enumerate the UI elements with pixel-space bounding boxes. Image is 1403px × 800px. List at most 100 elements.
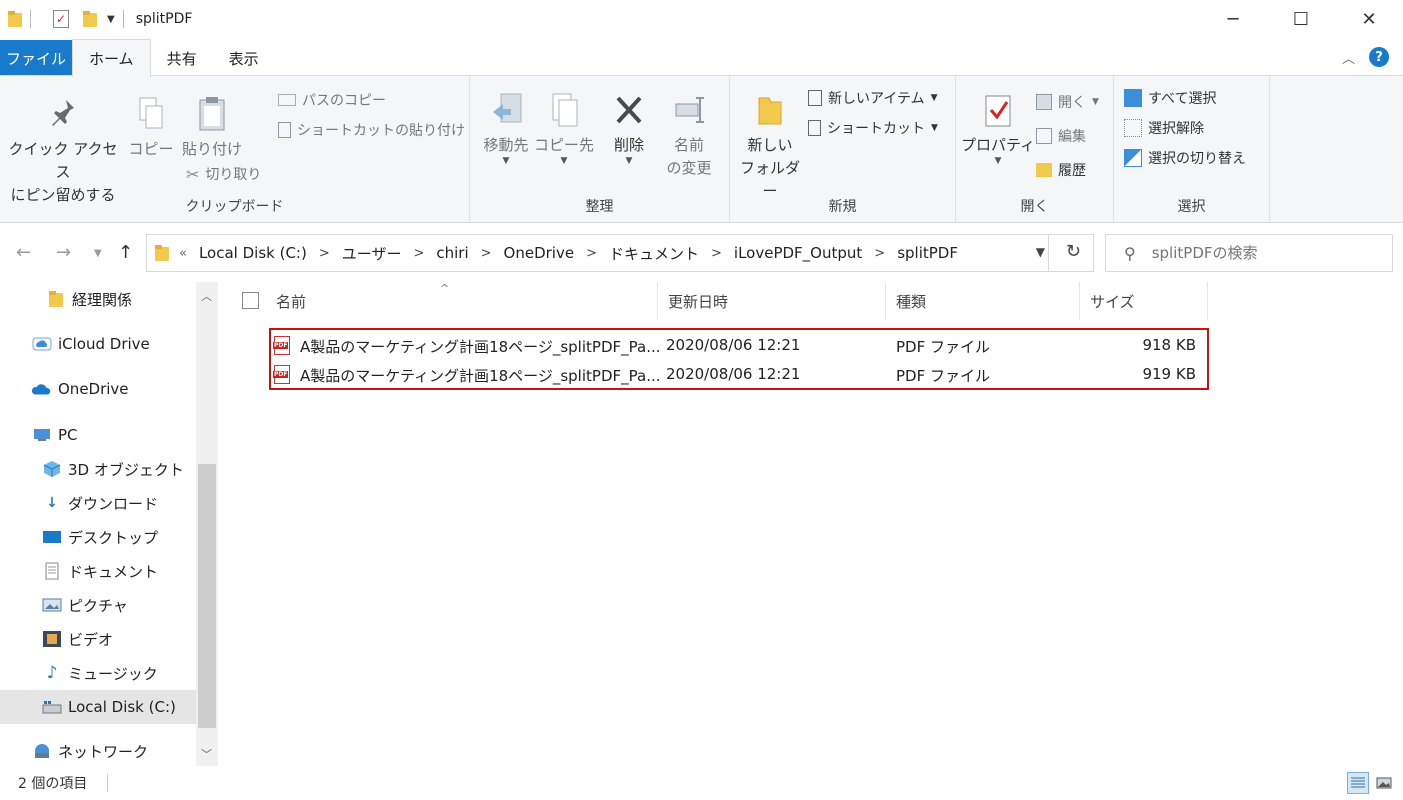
computer-icon: [32, 426, 52, 444]
tab-home[interactable]: ホーム: [72, 39, 151, 77]
scroll-down-chevron-icon[interactable]: ﹀: [201, 746, 212, 762]
nav-item-pictures[interactable]: ピクチャ: [0, 588, 196, 622]
properties-check-icon[interactable]: ✓: [53, 10, 69, 28]
nav-item-music[interactable]: ♪ ミュージック: [0, 656, 196, 690]
overflow-chevron-icon[interactable]: «: [179, 246, 187, 261]
search-input[interactable]: [1151, 244, 1372, 262]
refresh-icon[interactable]: ↻: [1066, 241, 1081, 262]
close-icon[interactable]: ✕: [1335, 0, 1403, 38]
copy-icon: [134, 94, 168, 134]
rename-button[interactable]: 名前 の変更: [662, 90, 716, 180]
cut-button[interactable]: ✂ 切り取り: [186, 164, 261, 184]
nav-item-local-disk[interactable]: Local Disk (C:): [0, 690, 196, 724]
nav-item-3d-objects[interactable]: 3D オブジェクト: [0, 452, 196, 486]
chevron-right-icon[interactable]: >: [586, 246, 597, 261]
chevron-right-icon[interactable]: >: [711, 246, 722, 261]
select-all-label: すべて選択: [1148, 91, 1217, 107]
move-to-button[interactable]: 移動先 ▼: [476, 90, 536, 166]
breadcrumb-item[interactable]: OneDrive: [504, 244, 575, 262]
back-arrow-icon[interactable]: ←: [16, 242, 31, 263]
collapse-ribbon-icon[interactable]: ︿: [1342, 48, 1355, 67]
column-header-date[interactable]: 更新日時: [658, 282, 886, 320]
chevron-right-icon[interactable]: >: [319, 246, 330, 261]
pin-quick-access-button[interactable]: クイック アクセス にピン留めする: [4, 94, 122, 207]
shortcut-label: ショートカット: [827, 121, 925, 137]
open-button[interactable]: 開く ▼: [1036, 92, 1099, 112]
recent-locations-chevron-down-icon[interactable]: ▼: [94, 248, 102, 259]
help-icon[interactable]: ?: [1369, 47, 1389, 67]
new-item-button[interactable]: 新しいアイテム ▼: [808, 88, 938, 108]
customize-toolbar-dropdown-icon[interactable]: ▼: [107, 14, 115, 25]
column-header-name[interactable]: 名前: [266, 282, 658, 320]
copy-button[interactable]: コピー: [128, 94, 174, 161]
paste-shortcut-button[interactable]: ショートカットの貼り付け: [278, 120, 465, 140]
chevron-right-icon[interactable]: >: [413, 246, 424, 261]
copy-to-icon: [547, 90, 581, 130]
scrollbar-thumb[interactable]: [198, 464, 216, 728]
forward-arrow-icon[interactable]: →: [56, 242, 71, 263]
nav-item-onedrive[interactable]: OneDrive: [0, 372, 196, 406]
breadcrumb-item[interactable]: ドキュメント: [609, 243, 699, 264]
tab-share[interactable]: 共有: [151, 40, 213, 76]
properties-button[interactable]: プロパティ ▼: [960, 90, 1036, 166]
tab-file[interactable]: ファイル: [0, 40, 72, 76]
item-count: 2 個の項目: [18, 776, 88, 792]
desktop-icon: [42, 528, 62, 546]
delete-x-icon: [612, 90, 646, 130]
nav-item-desktop[interactable]: デスクトップ: [0, 520, 196, 554]
ribbon: クイック アクセス にピン留めする コピー 貼り付け パスのコピー ショートカッ…: [0, 75, 1403, 223]
new-folder-button[interactable]: 新しい フォルダー: [734, 90, 806, 203]
nav-scrollbar[interactable]: ︿ ﹀: [196, 282, 218, 766]
address-dropdown-icon[interactable]: ▼: [1036, 245, 1045, 259]
copy-to-label: コピー先: [534, 136, 595, 154]
navigation-pane: 経理関係 iCloud Drive OneDrive PC 3D オブジェクト …: [0, 282, 218, 766]
column-header-type[interactable]: 種類: [886, 282, 1080, 320]
breadcrumb-item[interactable]: splitPDF: [897, 244, 958, 262]
title-bar: ✓ ▼ splitPDF ─ ☐ ✕: [0, 0, 1403, 38]
select-group: すべて選択 選択解除 選択の切り替え 選択: [1114, 76, 1270, 222]
nav-item-documents[interactable]: ドキュメント: [0, 554, 196, 588]
details-view-icon[interactable]: [1347, 772, 1369, 794]
shortcut-button[interactable]: ショートカット ▼: [808, 118, 938, 138]
maximize-icon[interactable]: ☐: [1267, 0, 1335, 38]
minimize-icon[interactable]: ─: [1199, 0, 1267, 38]
history-icon: [1036, 163, 1052, 177]
nav-item-label: ミュージック: [68, 664, 158, 683]
select-all-button[interactable]: すべて選択: [1124, 88, 1216, 108]
copy-to-button[interactable]: コピー先 ▼: [534, 90, 595, 166]
edit-button[interactable]: 編集: [1036, 126, 1086, 146]
breadcrumb-item[interactable]: chiri: [436, 244, 468, 262]
breadcrumb-item[interactable]: iLovePDF_Output: [734, 244, 862, 262]
search-box[interactable]: ⚲: [1105, 234, 1393, 272]
chevron-right-icon[interactable]: >: [481, 246, 492, 261]
nav-item-icloud[interactable]: iCloud Drive: [0, 327, 196, 361]
nav-item-downloads[interactable]: ↓ ダウンロード: [0, 486, 196, 520]
select-all-checkbox[interactable]: [242, 292, 259, 309]
chevron-right-icon[interactable]: >: [874, 246, 885, 261]
nav-item-pc[interactable]: PC: [0, 418, 196, 452]
nav-item-videos[interactable]: ビデオ: [0, 622, 196, 656]
onedrive-cloud-icon: [32, 380, 52, 398]
select-none-button[interactable]: 選択解除: [1124, 118, 1204, 138]
folder-icon: [8, 11, 22, 27]
copy-path-button[interactable]: パスのコピー: [278, 90, 386, 110]
picture-icon: [42, 596, 62, 614]
tab-view[interactable]: 表示: [213, 40, 275, 76]
rename-label-1: 名前: [673, 136, 704, 154]
new-folder-icon[interactable]: [83, 11, 97, 27]
breadcrumb-item[interactable]: ユーザー: [342, 243, 402, 264]
paste-button[interactable]: 貼り付け: [180, 94, 244, 161]
invert-selection-button[interactable]: 選択の切り替え: [1124, 148, 1246, 168]
delete-button[interactable]: 削除 ▼: [604, 90, 654, 166]
nav-item-keiri[interactable]: 経理関係: [0, 282, 196, 316]
history-button[interactable]: 履歴: [1036, 160, 1086, 180]
address-bar[interactable]: « Local Disk (C:) > ユーザー > chiri > OneDr…: [146, 234, 1094, 272]
scroll-up-chevron-icon[interactable]: ︿: [201, 288, 212, 304]
nav-item-network[interactable]: ネットワーク: [0, 734, 196, 768]
copy-path-icon: [278, 94, 296, 106]
up-arrow-icon[interactable]: ↑: [118, 242, 133, 263]
breadcrumb-item[interactable]: Local Disk (C:): [199, 244, 307, 262]
column-header-size[interactable]: サイズ: [1080, 282, 1208, 320]
large-icons-view-icon[interactable]: [1373, 772, 1395, 794]
history-label: 履歴: [1058, 163, 1086, 179]
